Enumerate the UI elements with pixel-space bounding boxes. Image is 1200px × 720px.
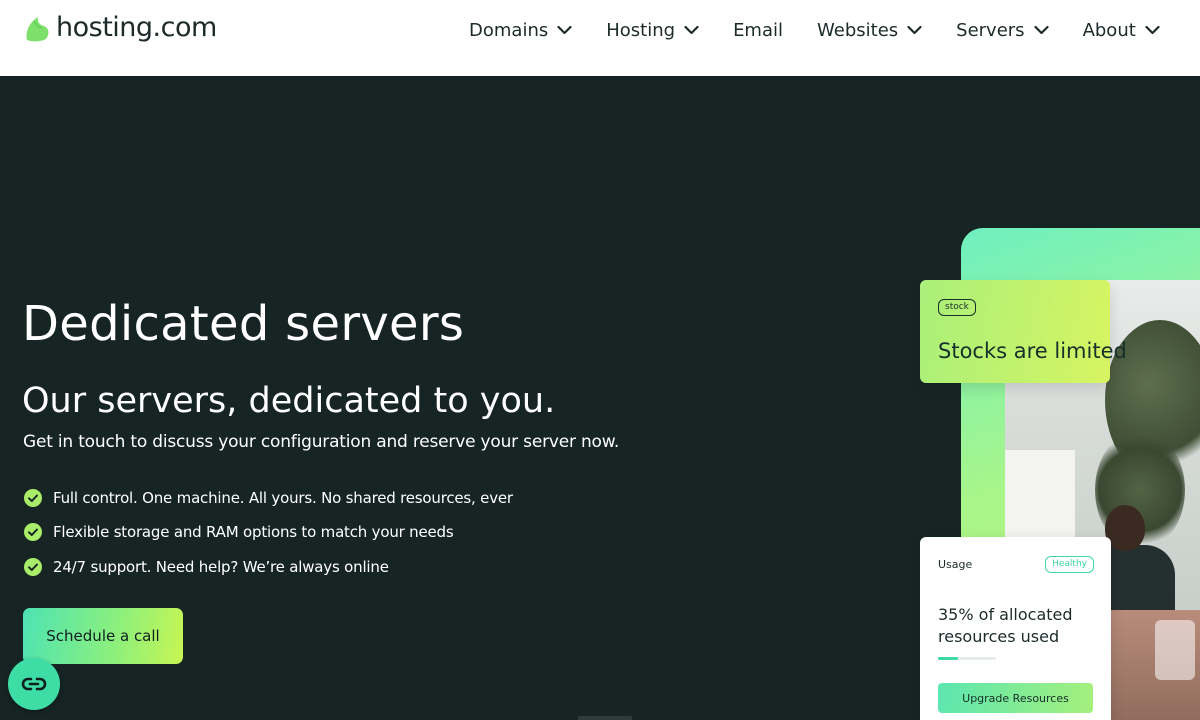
feature-text: Flexible storage and RAM options to matc… [53, 523, 454, 541]
usage-progress-fill [938, 657, 959, 660]
nav-item-email[interactable]: Email [733, 18, 783, 42]
nav-item-servers[interactable]: Servers [956, 18, 1049, 42]
feature-item: Full control. One machine. All yours. No… [24, 486, 513, 509]
check-circle-icon [24, 523, 42, 541]
nav-item-label: Email [733, 19, 784, 41]
check-circle-icon [24, 488, 42, 507]
site-logo[interactable]: hosting.com [22, 12, 217, 43]
feature-item: Flexible storage and RAM options to matc… [24, 521, 513, 544]
nav-item-label: Servers [956, 19, 1025, 41]
nav-item-label: About [1082, 19, 1136, 41]
check-circle-icon [24, 557, 42, 576]
leaf-logo-icon [26, 16, 49, 41]
nav-item-label: Domains [469, 19, 549, 41]
nav-item-hosting[interactable]: Hosting [606, 18, 699, 42]
chevron-down-icon [1033, 25, 1049, 35]
usage-card: Usage Healthy 35% of allocated resources… [920, 537, 1111, 720]
usage-text: 35% of allocated resources used [938, 605, 1073, 646]
page-title: Dedicated servers [22, 296, 465, 352]
feature-text: 24/7 support. Need help? We’re always on… [53, 557, 389, 576]
chat-widget-button[interactable] [8, 658, 60, 710]
feature-item: 24/7 support. Need help? We’re always on… [24, 555, 513, 578]
nav-item-about[interactable]: About [1083, 18, 1160, 42]
site-header: hosting.com Domains Hosting Email Websit… [0, 0, 1200, 76]
usage-progress-bar [938, 657, 996, 660]
feature-list: Full control. One machine. All yours. No… [24, 486, 513, 590]
upgrade-resources-button[interactable]: Upgrade Resources [938, 683, 1093, 713]
stock-card: stock Stocks are limited [920, 280, 1127, 383]
nav-item-label: Websites [817, 19, 899, 41]
status-badge: Healthy [1045, 556, 1094, 573]
chevron-down-icon [684, 25, 699, 35]
feature-text: Full control. One machine. All yours. No… [53, 488, 513, 507]
bottom-tab-handle [578, 716, 632, 720]
chat-widget-icon [21, 677, 47, 691]
nav-item-label: Hosting [606, 19, 676, 41]
logo-text: hosting.com [56, 12, 217, 43]
chevron-down-icon [1145, 25, 1160, 35]
chevron-down-icon [557, 25, 572, 35]
usage-label: Usage [938, 558, 973, 571]
chevron-down-icon [907, 25, 922, 35]
hero-subtitle: Our servers, dedicated to you. [22, 381, 556, 421]
stock-badge: stock [938, 299, 976, 316]
nav-item-websites[interactable]: Websites [817, 18, 922, 42]
hero-description: Get in touch to discuss your configurati… [23, 432, 620, 452]
main-nav: Domains Hosting Email Websites Servers A… [469, 18, 1160, 42]
nav-item-domains[interactable]: Domains [469, 18, 572, 42]
schedule-call-button[interactable]: Schedule a call [23, 608, 183, 664]
stock-text: Stocks are limited [938, 339, 1127, 363]
